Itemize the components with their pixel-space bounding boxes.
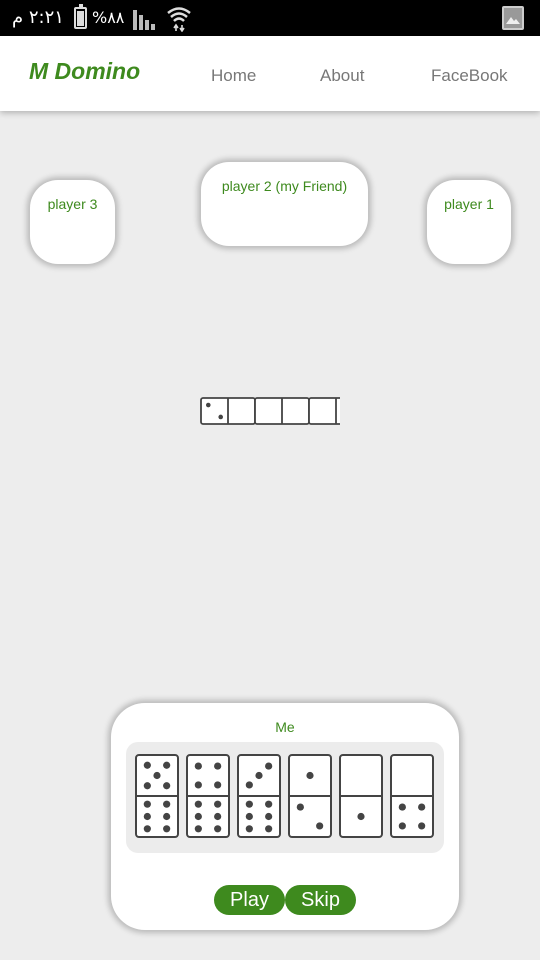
hand-tile-2-bottom-pip xyxy=(245,825,253,833)
board-tile-1 xyxy=(254,397,310,425)
hand-tile-0-top-pip xyxy=(163,761,171,769)
board-tile-2 xyxy=(308,397,340,425)
gallery-icon xyxy=(502,6,524,30)
hand-tile-0-bottom-pip xyxy=(163,825,171,833)
hand-tray xyxy=(126,742,444,853)
status-bar: ٢:٢١ م %٨٨ xyxy=(0,0,540,36)
hand-tile-2-top-pip xyxy=(265,762,273,770)
hand-tile-1-bottom-pip xyxy=(194,825,202,833)
nav-link-facebook[interactable]: FaceBook xyxy=(431,66,508,86)
hand-tile-1-bottom-pip xyxy=(214,825,222,833)
hand-tile-5-bottom-pip xyxy=(398,822,406,830)
hand-tile-0-top-pip xyxy=(153,771,161,780)
hand-tile-3[interactable] xyxy=(288,754,332,838)
hand-tile-5[interactable] xyxy=(390,754,434,838)
hand-tiles xyxy=(135,754,434,838)
hand-tile-2-bottom-pip xyxy=(265,812,273,821)
hand-tile-5-bottom-pip xyxy=(418,822,426,830)
hand-tile-1-top-pip xyxy=(194,762,202,770)
domino-board xyxy=(200,397,340,425)
hand-tile-1-bottom-pip xyxy=(194,800,202,808)
my-hand-label: Me xyxy=(275,719,295,735)
hand-tile-3-bottom-pip xyxy=(316,822,324,830)
hand-tile-2-bottom-pip xyxy=(245,800,253,808)
nav-link-about[interactable]: About xyxy=(320,66,364,86)
board-tile-0-left-pip xyxy=(205,402,211,408)
hand-tile-0-top-pip xyxy=(143,782,151,790)
brand-logo[interactable]: M Domino xyxy=(29,58,140,85)
nav-bar: M Domino Home About FaceBook xyxy=(0,36,540,111)
hand-tile-0-bottom-pip xyxy=(163,812,171,821)
player2-panel: player 2 (my Friend) xyxy=(201,162,368,246)
player1-panel: player 1 xyxy=(427,180,511,264)
battery-percent: %٨٨ xyxy=(92,8,125,27)
player2-label: player 2 (my Friend) xyxy=(221,178,348,194)
battery-icon xyxy=(74,4,87,29)
hand-tile-0-bottom-pip xyxy=(143,800,151,808)
board-tile-0-left-pip xyxy=(218,414,224,420)
hand-tile-5-bottom-pip xyxy=(398,803,406,811)
hand-tile-0[interactable] xyxy=(135,754,179,838)
hand-tile-1-top-pip xyxy=(214,781,222,789)
hand-tile-4-bottom-pip xyxy=(357,812,365,821)
hand-tile-0-bottom-pip xyxy=(163,800,171,808)
hand-tile-5-bottom-pip xyxy=(418,803,426,811)
hand-tile-3-top-pip xyxy=(306,771,314,780)
hand-tile-1-top-pip xyxy=(214,762,222,770)
hand-tile-2-top-pip xyxy=(245,781,253,789)
player3-panel: player 3 xyxy=(30,180,115,264)
hand-tile-3-bottom-pip xyxy=(296,803,304,811)
hand-tile-1[interactable] xyxy=(186,754,230,838)
hand-tile-1-bottom-pip xyxy=(194,812,202,821)
board-tile-0 xyxy=(200,397,256,425)
my-hand-panel: Me Play Skip xyxy=(111,703,459,930)
hand-tile-2-bottom-pip xyxy=(265,800,273,808)
player3-label: player 3 xyxy=(47,196,98,212)
hand-tile-1-top-pip xyxy=(194,781,202,789)
hand-tile-0-top-pip xyxy=(163,782,171,790)
player1-label: player 1 xyxy=(444,196,494,212)
play-button[interactable]: Play xyxy=(214,885,285,915)
hand-tile-0-bottom-pip xyxy=(143,825,151,833)
hand-tile-1-bottom-pip xyxy=(214,812,222,821)
nav-link-home[interactable]: Home xyxy=(211,66,256,86)
hand-tile-2-bottom-pip xyxy=(245,812,253,821)
hand-tile-2-top-pip xyxy=(255,771,263,780)
hand-tile-0-top-pip xyxy=(143,761,151,769)
hand-tile-2[interactable] xyxy=(237,754,281,838)
hand-tile-2-bottom-pip xyxy=(265,825,273,833)
hand-tile-0-bottom-pip xyxy=(143,812,151,821)
wifi-icon xyxy=(167,7,191,32)
hand-tile-4[interactable] xyxy=(339,754,383,838)
hand-tile-1-bottom-pip xyxy=(214,800,222,808)
skip-button[interactable]: Skip xyxy=(285,885,356,915)
signal-icon xyxy=(133,10,155,30)
status-time: ٢:٢١ م xyxy=(12,7,64,28)
